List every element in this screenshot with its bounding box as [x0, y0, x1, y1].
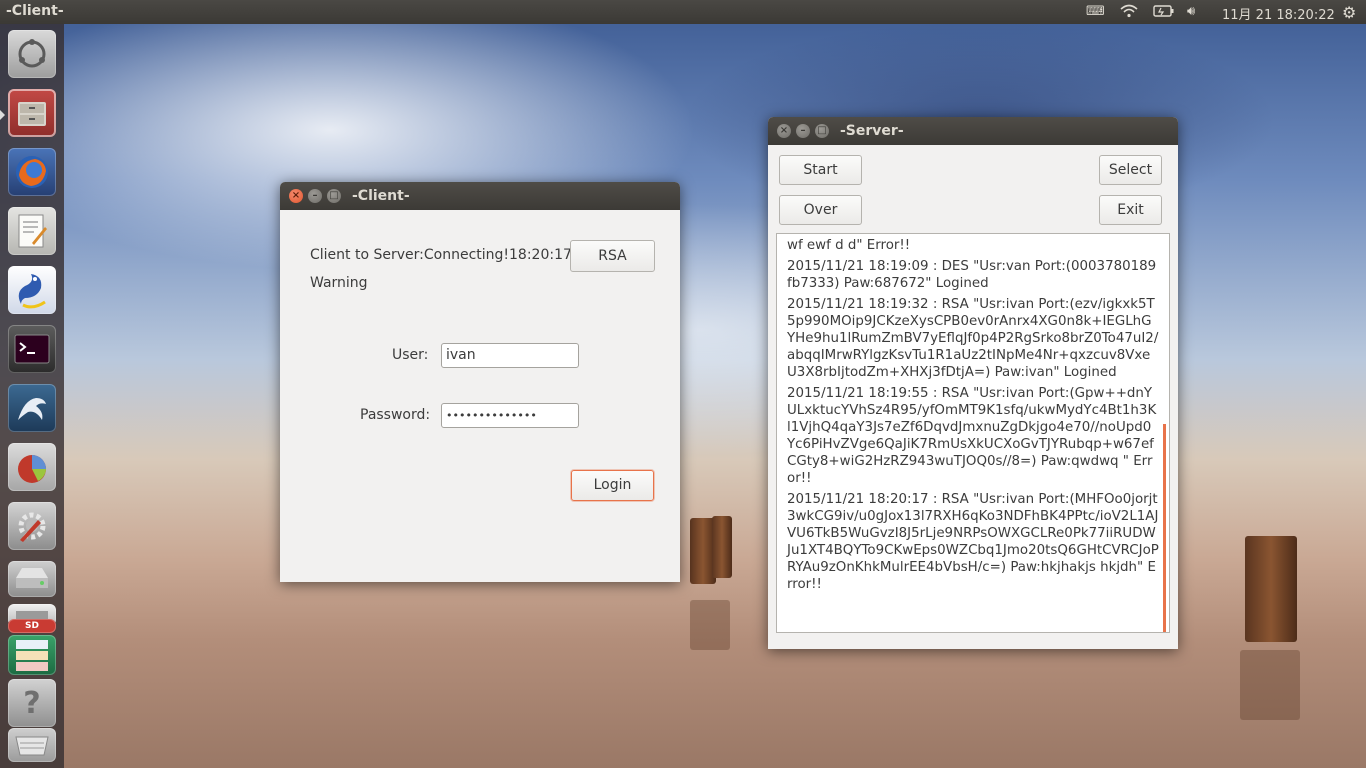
log-entry: 2015/11/21 18:19:55 : RSA "Usr:ivan Port… [787, 386, 1157, 486]
login-button[interactable]: Login [571, 470, 654, 501]
workspace-switcher-icon[interactable] [8, 635, 56, 675]
minimize-icon[interactable]: – [308, 189, 322, 203]
wooden-post [712, 516, 732, 578]
connection-status: Client to Server:Connecting!18:20:17 [310, 247, 572, 263]
over-button[interactable]: Over [779, 195, 862, 225]
python-icon[interactable] [8, 266, 56, 314]
disk-drive-icon[interactable] [8, 561, 56, 597]
gear-icon[interactable]: ⚙ [1342, 3, 1356, 22]
log-entry: Port:(0704a8c0d9050d00d9830c9b9d6d2e80fd… [787, 234, 1154, 253]
sd-card-icon[interactable]: SD [8, 619, 56, 633]
start-button[interactable]: Start [779, 155, 862, 185]
warning-label: Warning [310, 275, 368, 291]
active-app-title: -Client- [6, 3, 64, 19]
server-log[interactable]: Port:(0704a8c0d9050d00d9830c9b9d6d2e80fd… [776, 233, 1170, 633]
password-label: Password: [360, 407, 431, 423]
maximize-icon[interactable]: □ [327, 189, 341, 203]
disk-usage-icon[interactable] [8, 443, 56, 491]
client-window: × – □ -Client- Client to Server:Connecti… [280, 182, 680, 582]
post-reflection [690, 600, 730, 650]
help-icon[interactable]: ? [8, 679, 56, 727]
close-icon[interactable]: × [777, 124, 791, 138]
volume-icon[interactable]: 🔊︎ [1187, 4, 1195, 19]
wooden-post [1245, 536, 1297, 642]
firefox-icon[interactable] [8, 148, 56, 196]
keyboard-icon[interactable]: ⌨ [1086, 4, 1105, 19]
maximize-icon[interactable]: □ [815, 124, 829, 138]
clock[interactable]: 11月 21 18:20:22 [1222, 4, 1335, 23]
active-indicator [0, 110, 5, 120]
terminal-icon[interactable] [8, 325, 56, 373]
user-label: User: [392, 347, 429, 363]
log-entry: 2015/11/21 18:19:09 : DES "Usr:van Port:… [787, 259, 1157, 291]
launcher: SD ? [0, 24, 64, 768]
user-field[interactable]: ivan [441, 343, 579, 368]
trash-icon[interactable] [8, 728, 56, 762]
files-icon[interactable] [8, 89, 56, 137]
log-entry: 2015/11/21 18:20:17 : RSA "Usr:ivan Port… [787, 492, 1159, 592]
log-scrollbar[interactable] [1163, 424, 1166, 632]
password-field[interactable]: •••••••••••••• [441, 403, 579, 428]
exit-button[interactable]: Exit [1099, 195, 1162, 225]
post-reflection [1240, 650, 1300, 720]
window-title: -Client- [352, 188, 410, 204]
close-icon[interactable]: × [289, 189, 303, 203]
server-titlebar: × – □ -Server- [768, 117, 1178, 145]
battery-icon[interactable] [1153, 4, 1175, 22]
wifi-icon[interactable] [1120, 4, 1138, 22]
mysql-workbench-icon[interactable] [8, 384, 56, 432]
log-content: Port:(0704a8c0d9050d00d9830c9b9d6d2e80fd… [787, 234, 1159, 597]
client-titlebar: × – □ -Client- [280, 182, 680, 210]
top-panel: -Client- ⌨ 🔊︎ 11月 21 18:20:22 ⚙ [0, 0, 1366, 24]
rsa-button[interactable]: RSA [570, 240, 655, 272]
system-settings-icon[interactable] [8, 502, 56, 550]
text-editor-icon[interactable] [8, 207, 56, 255]
ubuntu-icon[interactable] [8, 30, 56, 78]
select-button[interactable]: Select [1099, 155, 1162, 185]
minimize-icon[interactable]: – [796, 124, 810, 138]
window-title: -Server- [840, 123, 904, 139]
log-entry: 2015/11/21 18:19:32 : RSA "Usr:ivan Port… [787, 297, 1159, 380]
server-window: × – □ -Server- Start Select Over Exit Po… [768, 117, 1178, 649]
